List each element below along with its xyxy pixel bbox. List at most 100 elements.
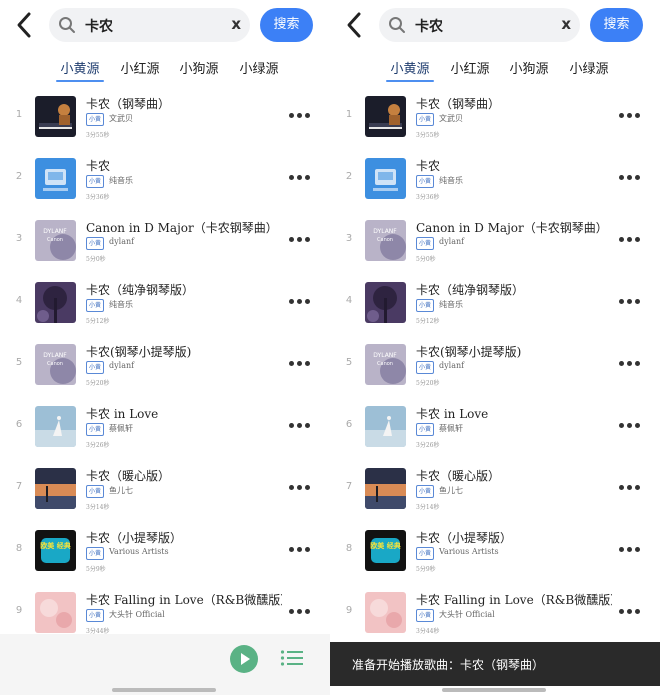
song-artist: 纯音乐	[439, 300, 463, 309]
search-input[interactable]: 卡农 x	[49, 8, 250, 42]
search-button[interactable]: 搜索	[260, 8, 313, 42]
song-index: 6	[345, 419, 353, 430]
album-cover	[365, 96, 406, 137]
song-duration: 5分9秒	[416, 566, 436, 573]
song-row[interactable]: 3 DYLANF Canon Canon in D Major（卡农钢琴曲） 小黄…	[0, 210, 330, 272]
song-row[interactable]: 6 卡农 in Love 小黄 蔡佩轩 3分26秒	[330, 396, 660, 458]
song-duration: 5分20秒	[86, 380, 110, 387]
more-options-icon[interactable]	[619, 422, 641, 430]
back-arrow-icon[interactable]	[12, 10, 38, 40]
song-index: 6	[15, 419, 23, 430]
song-row[interactable]: 1 卡农（钢琴曲） 小黄 文武贝 3分55秒	[0, 86, 330, 148]
search-button[interactable]: 搜索	[590, 8, 643, 42]
tab-red-source[interactable]: 小红源	[112, 58, 168, 77]
search-input[interactable]: 卡农 x	[379, 8, 580, 42]
song-title: 卡农（暖心版）	[86, 469, 171, 483]
song-row[interactable]: 1 卡农（钢琴曲） 小黄 文武贝 3分55秒	[330, 86, 660, 148]
song-artist: 蔡佩轩	[439, 424, 463, 433]
song-row[interactable]: 9 卡农 Falling in Love（R&B微醺版） 小黄 大头针 Offi…	[330, 582, 660, 644]
more-options-icon[interactable]	[289, 608, 311, 616]
more-options-icon[interactable]	[289, 112, 311, 120]
song-duration: 3分55秒	[416, 132, 440, 139]
tab-green-source[interactable]: 小绿源	[561, 58, 617, 77]
more-options-icon[interactable]	[289, 360, 311, 368]
song-list: 1 卡农（钢琴曲） 小黄 文武贝 3分55秒 2 卡农 小黄 纯音乐 3分36秒…	[0, 86, 330, 644]
source-tabs: 小黄源 小红源 小狗源 小绿源	[330, 54, 660, 82]
album-cover: DYLANF Canon	[35, 220, 76, 261]
more-options-icon[interactable]	[619, 360, 641, 368]
song-artist: 大头针 Official	[439, 610, 495, 619]
song-duration: 3分36秒	[416, 194, 440, 201]
album-cover: 欧美 经典	[35, 530, 76, 571]
song-title: 卡农 in Love	[86, 407, 159, 421]
playlist-icon[interactable]	[280, 648, 304, 668]
more-options-icon[interactable]	[289, 422, 311, 430]
song-artist: 文武贝	[109, 114, 133, 123]
song-title: 卡农（钢琴曲）	[86, 97, 171, 111]
song-duration: 5分20秒	[416, 380, 440, 387]
cover-text: DYLANF	[43, 352, 67, 359]
song-duration: 5分9秒	[86, 566, 106, 573]
search-results-screen: 卡农 x 搜索 小黄源 小红源 小狗源 小绿源 1 卡农（钢琴曲） 小黄 文武贝…	[0, 0, 330, 695]
song-row[interactable]: 5 DYLANF Canon 卡农(钢琴小提琴版) 小黄 dylanf 5分20秒	[330, 334, 660, 396]
song-row[interactable]: 8 欧美 经典 卡农（小提琴版） 小黄 Various Artists 5分9秒	[0, 520, 330, 582]
more-options-icon[interactable]	[619, 608, 641, 616]
tab-red-source[interactable]: 小红源	[442, 58, 498, 77]
album-cover	[365, 406, 406, 447]
song-row[interactable]: 8 欧美 经典 卡农（小提琴版） 小黄 Various Artists 5分9秒	[330, 520, 660, 582]
song-row[interactable]: 3 DYLANF Canon Canon in D Major（卡农钢琴曲） 小黄…	[330, 210, 660, 272]
song-row[interactable]: 7 卡农（暖心版） 小黄 鱼儿七 3分14秒	[330, 458, 660, 520]
source-badge: 小黄	[416, 237, 434, 250]
song-row[interactable]: 6 卡农 in Love 小黄 蔡佩轩 3分26秒	[0, 396, 330, 458]
song-duration: 3分36秒	[86, 194, 110, 201]
song-duration: 3分14秒	[86, 504, 110, 511]
song-row[interactable]: 2 卡农 小黄 纯音乐 3分36秒	[330, 148, 660, 210]
song-artist: dylanf	[439, 361, 465, 370]
cover-text: Canon	[377, 237, 393, 243]
song-row[interactable]: 4 卡农（纯净钢琴版） 小黄 纯音乐 5分12秒	[0, 272, 330, 334]
song-duration: 5分12秒	[416, 318, 440, 325]
source-badge: 小黄	[416, 361, 434, 374]
cover-text: Canon	[47, 361, 63, 367]
song-artist: 纯音乐	[109, 300, 133, 309]
album-cover	[35, 468, 76, 509]
source-badge: 小黄	[416, 485, 434, 498]
song-artist: 鱼儿七	[109, 486, 133, 495]
more-options-icon[interactable]	[619, 174, 641, 182]
song-artist: 纯音乐	[109, 176, 133, 185]
song-title: 卡农(钢琴小提琴版)	[416, 345, 522, 359]
more-options-icon[interactable]	[289, 174, 311, 182]
song-index: 9	[345, 605, 353, 616]
tab-dog-source[interactable]: 小狗源	[171, 58, 227, 77]
song-row[interactable]: 2 卡农 小黄 纯音乐 3分36秒	[0, 148, 330, 210]
song-title: Canon in D Major（卡农钢琴曲）	[86, 221, 278, 235]
more-options-icon[interactable]	[619, 484, 641, 492]
clear-icon[interactable]: x	[231, 15, 241, 33]
song-row[interactable]: 5 DYLANF Canon 卡农(钢琴小提琴版) 小黄 dylanf 5分20秒	[0, 334, 330, 396]
more-options-icon[interactable]	[619, 236, 641, 244]
album-cover: 欧美 经典	[365, 530, 406, 571]
tab-dog-source[interactable]: 小狗源	[501, 58, 557, 77]
more-options-icon[interactable]	[289, 236, 311, 244]
clear-icon[interactable]: x	[561, 15, 571, 33]
song-title: 卡农（小提琴版）	[416, 531, 513, 545]
more-options-icon[interactable]	[289, 546, 311, 554]
more-options-icon[interactable]	[619, 298, 641, 306]
tab-green-source[interactable]: 小绿源	[231, 58, 287, 77]
more-options-icon[interactable]	[619, 112, 641, 120]
source-tabs: 小黄源 小红源 小狗源 小绿源	[0, 54, 330, 82]
song-row[interactable]: 4 卡农（纯净钢琴版） 小黄 纯音乐 5分12秒	[330, 272, 660, 334]
toast-notification: 准备开始播放歌曲：卡农（钢琴曲）	[330, 642, 660, 686]
song-artist: 纯音乐	[439, 176, 463, 185]
more-options-icon[interactable]	[619, 546, 641, 554]
more-options-icon[interactable]	[289, 484, 311, 492]
cover-text: Canon	[47, 237, 63, 243]
play-icon[interactable]	[230, 645, 258, 673]
tab-yellow-source[interactable]: 小黄源	[382, 58, 438, 82]
more-options-icon[interactable]	[289, 298, 311, 306]
back-arrow-icon[interactable]	[342, 10, 368, 40]
tab-yellow-source[interactable]: 小黄源	[52, 58, 108, 82]
song-row[interactable]: 7 卡农（暖心版） 小黄 鱼儿七 3分14秒	[0, 458, 330, 520]
album-cover: DYLANF Canon	[365, 344, 406, 385]
song-duration: 5分0秒	[416, 256, 436, 263]
